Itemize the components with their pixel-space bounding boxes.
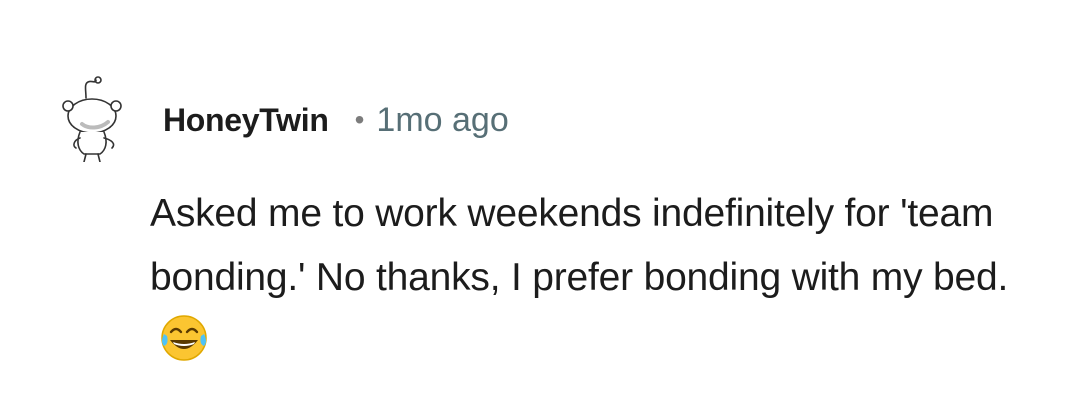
snoo-avatar-icon [62,76,122,163]
user-avatar[interactable] [56,76,128,163]
face-with-tears-of-joy-icon [161,315,207,361]
meta-separator: • [354,104,365,135]
timestamp: 1mo ago [376,100,509,139]
comment-text: Asked me to work weekends indefinitely f… [150,192,1009,299]
comment-meta: HoneyTwin • 1mo ago [163,98,509,142]
comment: HoneyTwin • 1mo ago Asked me to work wee… [0,0,1079,404]
username-link[interactable]: HoneyTwin [163,102,329,139]
comment-body: Asked me to work weekends indefinitely f… [150,182,1030,374]
